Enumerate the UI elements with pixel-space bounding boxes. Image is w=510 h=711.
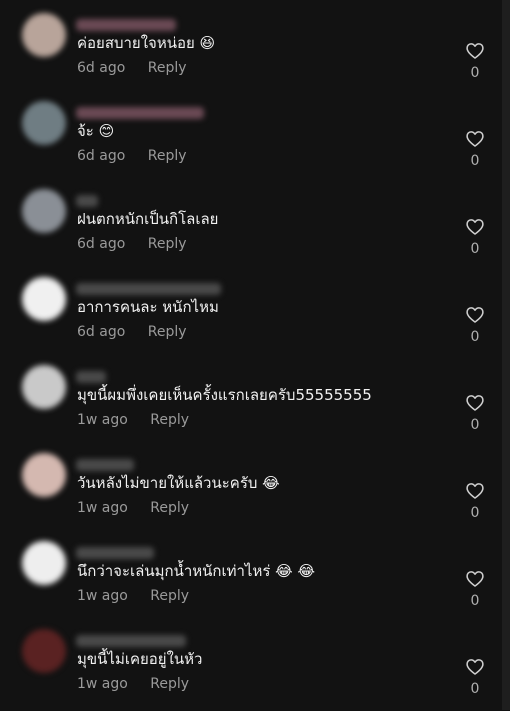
comment-meta: 6d ago Reply	[77, 58, 187, 78]
comment-item: อาการคนละ หนักไหม 6d ago Reply 0	[0, 271, 502, 359]
like-count: 0	[470, 417, 480, 433]
heart-icon[interactable]	[465, 657, 485, 677]
comment-item: นึกว่าจะเล่นมุกน้ำหนักเท่าไหร่ 😂 😂 1w ag…	[0, 535, 502, 623]
like-count: 0	[470, 65, 480, 81]
comment-time: 1w ago	[77, 588, 128, 604]
heart-icon[interactable]	[465, 569, 485, 589]
comment-text: ฝนตกหนักเป็นกิโลเลย	[77, 210, 219, 228]
username-blurred[interactable]	[76, 547, 154, 559]
heart-icon[interactable]	[465, 393, 485, 413]
comment-text: จ้ะ 😊	[77, 122, 115, 140]
username-blurred[interactable]	[76, 459, 134, 471]
reply-button[interactable]: Reply	[150, 674, 189, 694]
comment-item: มุขนี้ผมพึ่งเคยเห็นครั้งแรกเลยครับ555555…	[0, 359, 502, 447]
comment-item: จ้ะ 😊 6d ago Reply 0	[0, 95, 502, 183]
reply-button[interactable]: Reply	[148, 146, 187, 166]
heart-icon[interactable]	[465, 217, 485, 237]
avatar[interactable]	[22, 365, 66, 409]
comment-text: นึกว่าจะเล่นมุกน้ำหนักเท่าไหร่ 😂 😂	[77, 562, 315, 580]
comment-text: ค่อยสบายใจหน่อย 😆	[77, 34, 216, 52]
comment-meta: 1w ago Reply	[77, 586, 189, 606]
avatar[interactable]	[22, 453, 66, 497]
avatar[interactable]	[22, 13, 66, 57]
reply-button[interactable]: Reply	[150, 498, 189, 518]
comment-time: 6d ago	[77, 148, 126, 164]
avatar[interactable]	[22, 541, 66, 585]
comments-panel: ค่อยสบายใจหน่อย 😆 6d ago Reply 0 จ้ะ 😊 6…	[0, 0, 502, 710]
comment-item: มุขนี้ไม่เคยอยู่ในหัว 1w ago Reply 0	[0, 623, 502, 711]
heart-icon[interactable]	[465, 481, 485, 501]
like-count: 0	[470, 681, 480, 697]
username-blurred[interactable]	[76, 371, 106, 383]
reply-button[interactable]: Reply	[150, 586, 189, 606]
like-count: 0	[470, 329, 480, 345]
comment-item: ฝนตกหนักเป็นกิโลเลย 6d ago Reply 0	[0, 183, 502, 271]
comment-meta: 6d ago Reply	[77, 322, 187, 342]
comment-text: อาการคนละ หนักไหม	[77, 298, 219, 316]
heart-icon[interactable]	[465, 129, 485, 149]
like-count: 0	[470, 593, 480, 609]
comment-time: 6d ago	[77, 236, 126, 252]
comment-item: วันหลังไม่ขายให้แล้วนะครับ 😂 1w ago Repl…	[0, 447, 502, 535]
comment-meta: 6d ago Reply	[77, 234, 187, 254]
reply-button[interactable]: Reply	[148, 234, 187, 254]
reply-button[interactable]: Reply	[150, 410, 189, 430]
username-blurred[interactable]	[76, 19, 176, 31]
avatar[interactable]	[22, 101, 66, 145]
comment-meta: 6d ago Reply	[77, 146, 187, 166]
heart-icon[interactable]	[465, 305, 485, 325]
comment-text: วันหลังไม่ขายให้แล้วนะครับ 😂	[77, 474, 280, 492]
avatar[interactable]	[22, 189, 66, 233]
reply-button[interactable]: Reply	[148, 58, 187, 78]
comment-time: 1w ago	[77, 676, 128, 692]
comment-time: 1w ago	[77, 500, 128, 516]
reply-button[interactable]: Reply	[148, 322, 187, 342]
comment-time: 6d ago	[77, 60, 126, 76]
avatar[interactable]	[22, 277, 66, 321]
like-count: 0	[470, 241, 480, 257]
comment-time: 6d ago	[77, 324, 126, 340]
comment-text: มุขนี้ไม่เคยอยู่ในหัว	[77, 650, 203, 668]
scrollbar[interactable]	[502, 0, 510, 710]
comment-text: มุขนี้ผมพึ่งเคยเห็นครั้งแรกเลยครับ555555…	[77, 386, 372, 404]
username-blurred[interactable]	[76, 107, 204, 119]
heart-icon[interactable]	[465, 41, 485, 61]
username-blurred[interactable]	[76, 635, 186, 647]
like-count: 0	[470, 505, 480, 521]
comment-time: 1w ago	[77, 412, 128, 428]
username-blurred[interactable]	[76, 195, 98, 207]
avatar[interactable]	[22, 629, 66, 673]
comment-meta: 1w ago Reply	[77, 410, 189, 430]
comment-meta: 1w ago Reply	[77, 674, 189, 694]
like-count: 0	[470, 153, 480, 169]
comment-item: ค่อยสบายใจหน่อย 😆 6d ago Reply 0	[0, 7, 502, 95]
comment-meta: 1w ago Reply	[77, 498, 189, 518]
username-blurred[interactable]	[76, 283, 221, 295]
